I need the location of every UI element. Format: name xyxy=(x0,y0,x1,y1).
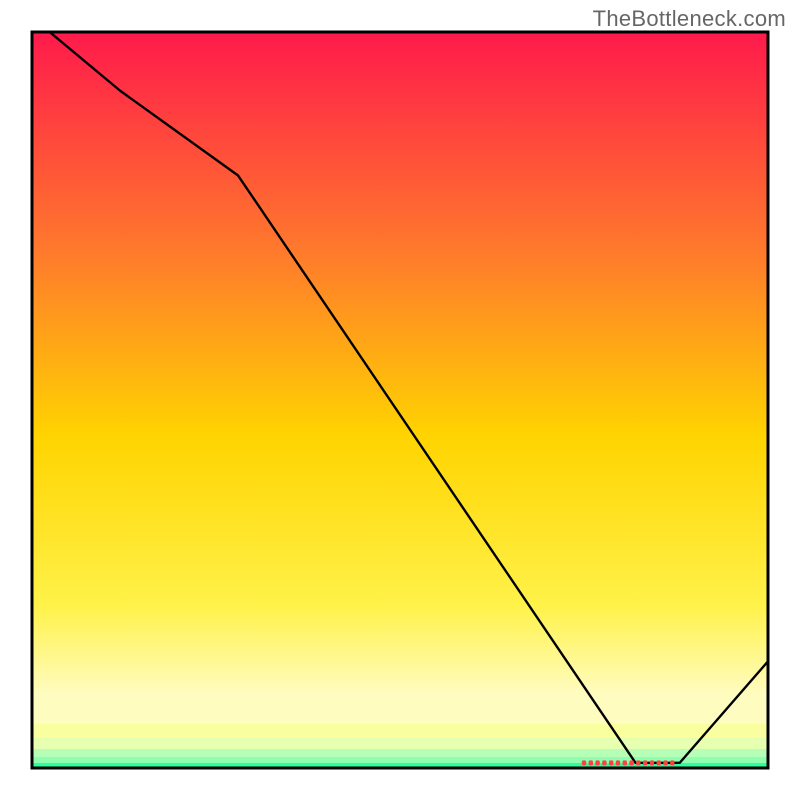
watermark-text: TheBottleneck.com xyxy=(593,6,786,32)
gradient-background xyxy=(32,32,768,768)
chart-canvas: TheBottleneck.com xyxy=(0,0,800,800)
chart-svg xyxy=(0,0,800,800)
